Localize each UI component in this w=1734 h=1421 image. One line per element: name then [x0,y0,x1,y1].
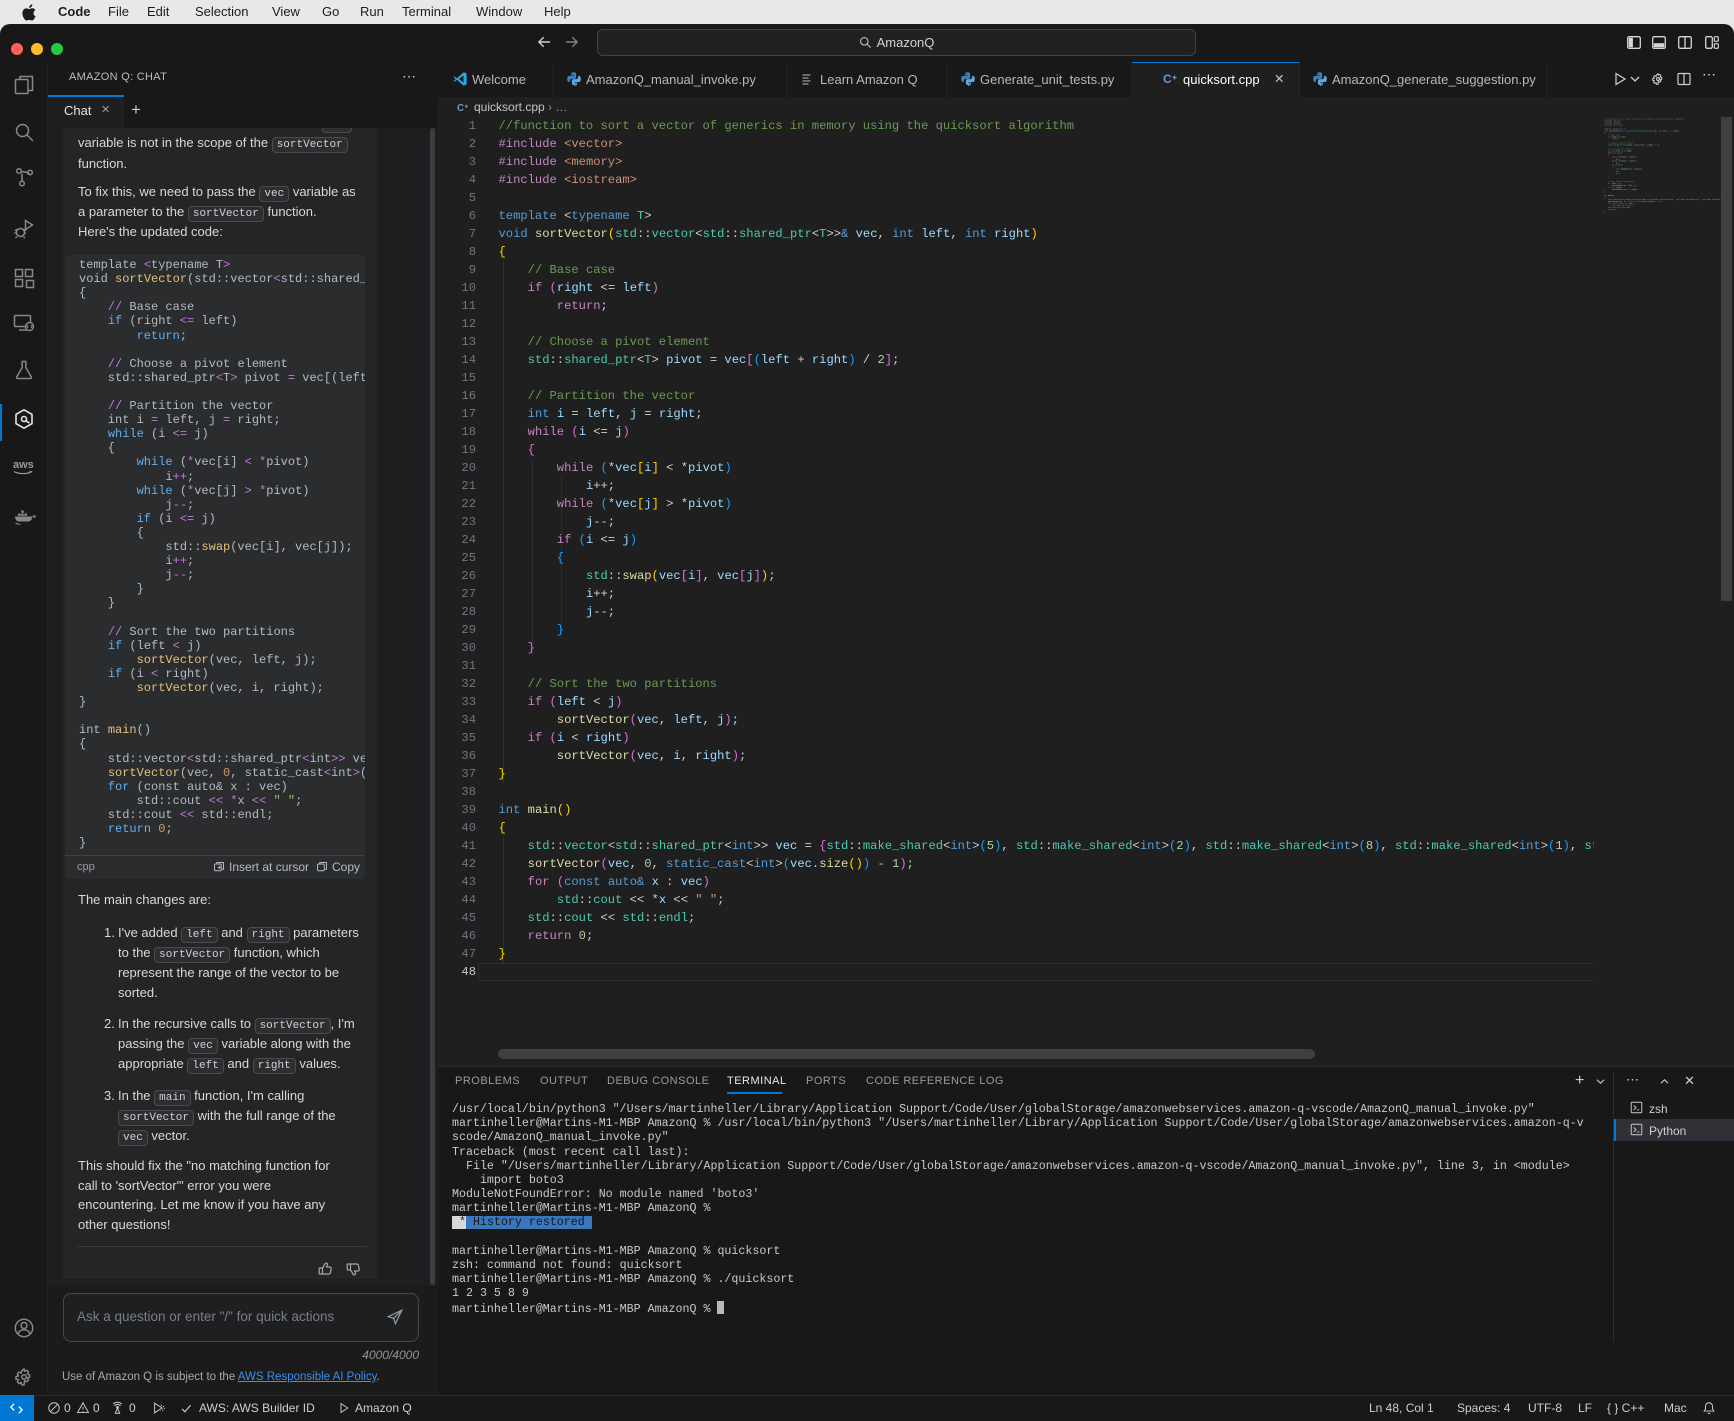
svg-text:C: C [457,103,464,114]
svg-text:aws: aws [13,459,34,471]
svg-text:C: C [1163,72,1172,86]
